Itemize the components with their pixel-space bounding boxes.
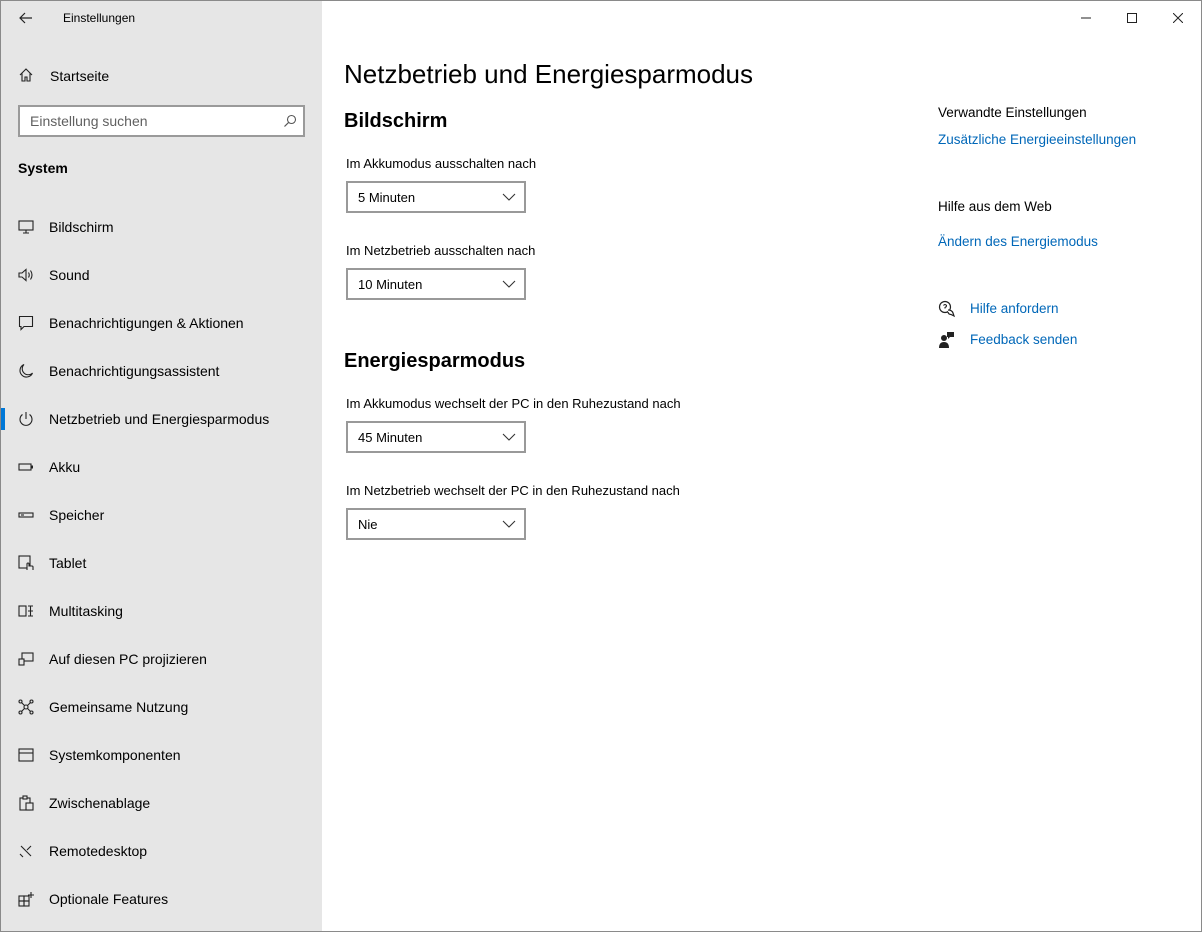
sleep-battery-dropdown[interactable]: 45 Minuten: [346, 421, 526, 453]
sidebar-item-label: Optionale Features: [49, 891, 169, 907]
maximize-icon: [1127, 13, 1137, 23]
battery-icon: [18, 463, 33, 471]
components-icon: [18, 748, 34, 762]
sleep-battery-label: Im Akkumodus wechselt der PC in den Ruhe…: [346, 396, 681, 411]
close-icon: [1173, 13, 1183, 23]
storage-icon: [18, 512, 34, 518]
notification-icon: [18, 315, 34, 331]
sidebar-item-speicher[interactable]: Speicher: [1, 491, 322, 539]
sidebar-item-optionale-features[interactable]: Optionale Features: [1, 875, 322, 923]
sidebar-item-label: Remotedesktop: [49, 843, 148, 859]
sidebar-item-label: Benachrichtigungsassistent: [49, 363, 220, 379]
maximize-button[interactable]: [1109, 1, 1155, 35]
screen-heading: Bildschirm: [344, 110, 448, 132]
dropdown-value: 10 Minuten: [358, 277, 423, 292]
screen-ac-label: Im Netzbetrieb ausschalten nach: [346, 243, 536, 258]
titlebar-left: Einstellungen: [1, 1, 322, 35]
moon-icon: [19, 363, 34, 378]
feedback-link[interactable]: Feedback senden: [938, 330, 1188, 350]
sidebar-item-label: Bildschirm: [49, 219, 114, 235]
tablet-icon: [18, 555, 34, 570]
sidebar-item-benachrichtigungsassistent[interactable]: Benachrichtigungsassistent: [1, 347, 322, 395]
additional-power-settings-link[interactable]: Zusätzliche Energieeinstellungen: [938, 132, 1136, 147]
sidebar-item-label: Benachrichtigungen & Aktionen: [49, 315, 244, 331]
sidebar-item-label: Multitasking: [49, 603, 123, 619]
sleep-ac-dropdown[interactable]: Nie: [346, 508, 526, 540]
sidebar-item-label: Akku: [49, 459, 81, 475]
minimize-button[interactable]: [1063, 1, 1109, 35]
web-help-heading: Hilfe aus dem Web: [938, 199, 1052, 214]
sidebar-item-label: Sound: [49, 267, 90, 283]
sidebar-item-label: Zwischenablage: [49, 795, 151, 811]
search-icon[interactable]: [283, 114, 297, 128]
change-power-mode-link[interactable]: Ändern des Energiemodus: [938, 234, 1098, 249]
sidebar-item-label: Gemeinsame Nutzung: [49, 699, 189, 715]
sidebar-item-akku[interactable]: Akku: [1, 443, 322, 491]
sidebar-item-home[interactable]: Startseite: [1, 57, 322, 93]
dropdown-value: 5 Minuten: [358, 190, 416, 205]
sidebar-item-label: Auf diesen PC projizieren: [49, 651, 207, 667]
screen-battery-label: Im Akkumodus ausschalten nach: [346, 156, 537, 171]
settings-window: Einstellungen Startseite System Bildsch: [0, 0, 1202, 932]
minimize-icon: [1081, 17, 1091, 19]
page-title: Netzbetrieb und Energiesparmodus: [344, 59, 754, 89]
window-controls: [1063, 1, 1201, 35]
sidebar-item-sound[interactable]: Sound: [1, 251, 322, 299]
monitor-icon: [18, 220, 34, 234]
multitasking-icon: [18, 605, 33, 617]
sidebar-item-label: Tablet: [49, 555, 87, 571]
feedback-label: Feedback senden: [970, 332, 1078, 347]
search-input[interactable]: [20, 107, 270, 135]
chevron-down-icon: [502, 280, 516, 288]
screen-ac-dropdown[interactable]: 10 Minuten: [346, 268, 526, 300]
back-button[interactable]: [11, 5, 41, 31]
sidebar-item-netzbetrieb[interactable]: Netzbetrieb und Energiesparmodus: [1, 395, 322, 443]
get-help-label: Hilfe anfordern: [970, 301, 1059, 316]
related-heading: Verwandte Einstellungen: [938, 105, 1087, 120]
project-icon: [18, 652, 34, 666]
dropdown-value: 45 Minuten: [358, 430, 423, 445]
sidebar-item-label: Speicher: [49, 507, 105, 523]
help-chat-icon: [938, 300, 956, 318]
chevron-down-icon: [502, 433, 516, 441]
sidebar-item-gemeinsame-nutzung[interactable]: Gemeinsame Nutzung: [1, 683, 322, 731]
home-icon: [19, 68, 33, 82]
sidebar-item-multitasking[interactable]: Multitasking: [1, 587, 322, 635]
back-arrow-icon: [19, 12, 32, 24]
features-icon: [18, 892, 34, 907]
search-box: [18, 105, 305, 137]
sidebar-item-bildschirm[interactable]: Bildschirm: [1, 203, 322, 251]
sidebar-item-projizieren[interactable]: Auf diesen PC projizieren: [1, 635, 322, 683]
feedback-icon: [939, 332, 954, 348]
app-title: Einstellungen: [63, 11, 136, 25]
get-help-link[interactable]: Hilfe anfordern: [938, 299, 1188, 319]
power-icon: [19, 412, 33, 426]
sidebar-item-label: Systemkomponenten: [49, 747, 181, 763]
screen-battery-dropdown[interactable]: 5 Minuten: [346, 181, 526, 213]
speaker-icon: [18, 268, 33, 282]
sidebar-item-tablet[interactable]: Tablet: [1, 539, 322, 587]
sidebar-item-label: Netzbetrieb und Energiesparmodus: [49, 411, 270, 427]
sidebar-item-remotedesktop[interactable]: Remotedesktop: [1, 827, 322, 875]
sleep-ac-label: Im Netzbetrieb wechselt der PC in den Ru…: [346, 483, 680, 498]
chevron-down-icon: [502, 520, 516, 528]
sidebar-item-benachrichtigungen[interactable]: Benachrichtigungen & Aktionen: [1, 299, 322, 347]
remote-icon: [19, 845, 32, 858]
sidebar-item-label: Startseite: [50, 68, 110, 84]
clipboard-icon: [19, 795, 34, 811]
section-label: System: [18, 160, 68, 176]
chevron-down-icon: [502, 193, 516, 201]
sidebar-item-zwischenablage[interactable]: Zwischenablage: [1, 779, 322, 827]
close-button[interactable]: [1155, 1, 1201, 35]
sidebar-item-systemkomponenten[interactable]: Systemkomponenten: [1, 731, 322, 779]
dropdown-value: Nie: [358, 517, 378, 532]
sidebar: Einstellungen Startseite System Bildsch: [1, 1, 322, 931]
sleep-heading: Energiesparmodus: [344, 350, 526, 372]
sidebar-nav: Bildschirm Sound Benachrichtigungen & Ak…: [1, 203, 322, 923]
share-icon: [18, 699, 34, 715]
main-content: Netzbetrieb und Energiesparmodus Bildsch…: [344, 1, 904, 931]
